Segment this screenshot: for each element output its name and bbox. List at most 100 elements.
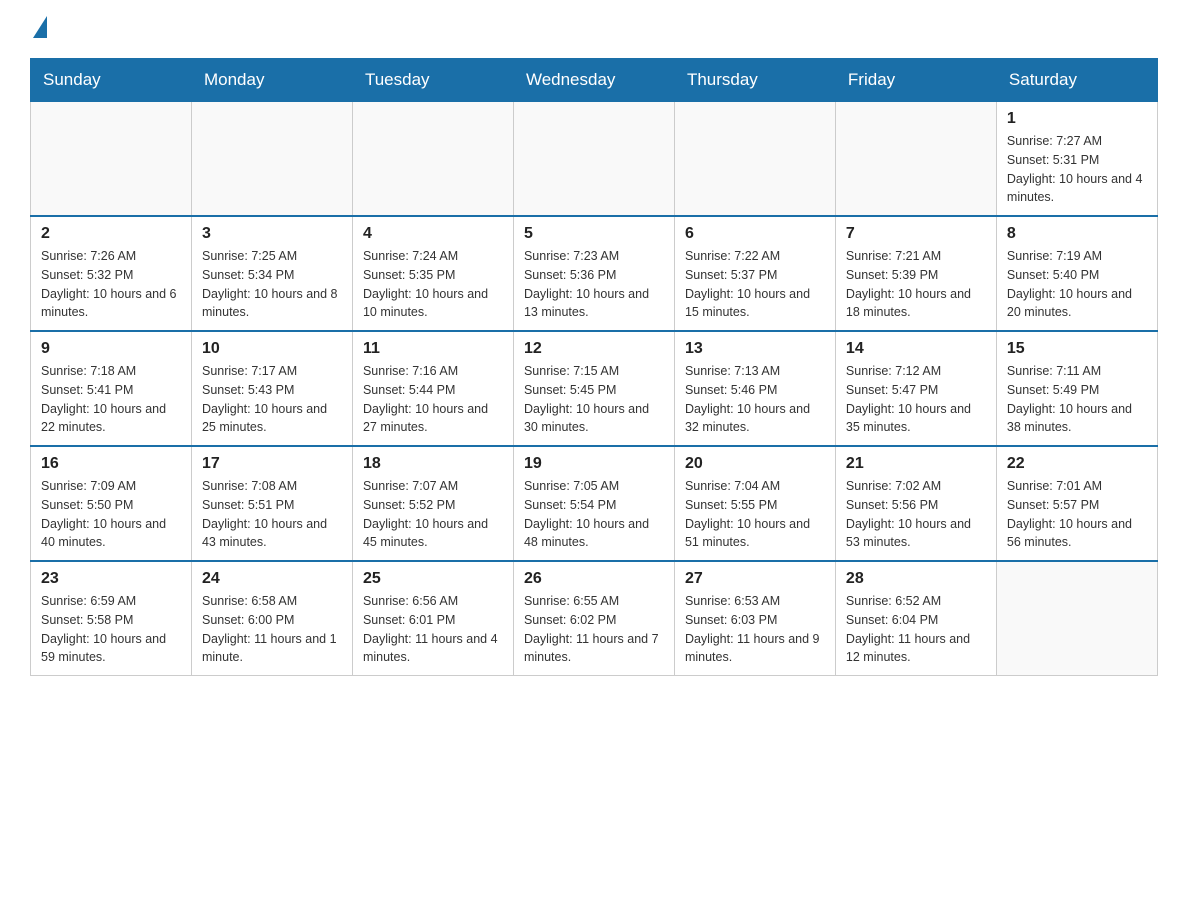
- day-of-week-header: Monday: [191, 59, 352, 101]
- day-info: Sunrise: 6:55 AM Sunset: 6:02 PM Dayligh…: [524, 592, 664, 667]
- day-of-week-header: Sunday: [31, 59, 192, 101]
- day-number: 20: [685, 455, 825, 473]
- day-number: 4: [363, 225, 503, 243]
- day-info: Sunrise: 7:11 AM Sunset: 5:49 PM Dayligh…: [1007, 362, 1147, 437]
- calendar-cell: 24 Sunrise: 6:58 AM Sunset: 6:00 PM Dayli…: [191, 561, 352, 676]
- calendar-cell: 9 Sunrise: 7:18 AM Sunset: 5:41 PM Daylig…: [31, 331, 192, 446]
- calendar-cell: [835, 101, 996, 216]
- calendar-cell: 20 Sunrise: 7:04 AM Sunset: 5:55 PM Dayli…: [674, 446, 835, 561]
- day-info: Sunrise: 7:27 AM Sunset: 5:31 PM Dayligh…: [1007, 132, 1147, 207]
- calendar-week-row: 23 Sunrise: 6:59 AM Sunset: 5:58 PM Dayli…: [31, 561, 1158, 676]
- day-number: 16: [41, 455, 181, 473]
- calendar-cell: [674, 101, 835, 216]
- day-number: 14: [846, 340, 986, 358]
- day-info: Sunrise: 7:17 AM Sunset: 5:43 PM Dayligh…: [202, 362, 342, 437]
- day-info: Sunrise: 7:09 AM Sunset: 5:50 PM Dayligh…: [41, 477, 181, 552]
- day-number: 19: [524, 455, 664, 473]
- calendar-cell: 16 Sunrise: 7:09 AM Sunset: 5:50 PM Dayli…: [31, 446, 192, 561]
- calendar-cell: 21 Sunrise: 7:02 AM Sunset: 5:56 PM Dayli…: [835, 446, 996, 561]
- calendar-cell: 2 Sunrise: 7:26 AM Sunset: 5:32 PM Daylig…: [31, 216, 192, 331]
- day-number: 25: [363, 570, 503, 588]
- day-number: 5: [524, 225, 664, 243]
- calendar-cell: 13 Sunrise: 7:13 AM Sunset: 5:46 PM Dayli…: [674, 331, 835, 446]
- day-number: 15: [1007, 340, 1147, 358]
- calendar-cell: 3 Sunrise: 7:25 AM Sunset: 5:34 PM Daylig…: [191, 216, 352, 331]
- day-info: Sunrise: 6:52 AM Sunset: 6:04 PM Dayligh…: [846, 592, 986, 667]
- day-number: 28: [846, 570, 986, 588]
- calendar-cell: 23 Sunrise: 6:59 AM Sunset: 5:58 PM Dayli…: [31, 561, 192, 676]
- day-number: 6: [685, 225, 825, 243]
- day-info: Sunrise: 6:58 AM Sunset: 6:00 PM Dayligh…: [202, 592, 342, 667]
- day-info: Sunrise: 7:19 AM Sunset: 5:40 PM Dayligh…: [1007, 247, 1147, 322]
- day-info: Sunrise: 7:18 AM Sunset: 5:41 PM Dayligh…: [41, 362, 181, 437]
- calendar-week-row: 16 Sunrise: 7:09 AM Sunset: 5:50 PM Dayli…: [31, 446, 1158, 561]
- day-info: Sunrise: 7:01 AM Sunset: 5:57 PM Dayligh…: [1007, 477, 1147, 552]
- day-info: Sunrise: 7:15 AM Sunset: 5:45 PM Dayligh…: [524, 362, 664, 437]
- calendar-cell: 25 Sunrise: 6:56 AM Sunset: 6:01 PM Dayli…: [352, 561, 513, 676]
- day-number: 7: [846, 225, 986, 243]
- day-number: 13: [685, 340, 825, 358]
- day-number: 10: [202, 340, 342, 358]
- calendar-cell: [352, 101, 513, 216]
- logo-triangle-icon: [33, 16, 47, 38]
- calendar-cell: 5 Sunrise: 7:23 AM Sunset: 5:36 PM Daylig…: [513, 216, 674, 331]
- day-number: 18: [363, 455, 503, 473]
- calendar-cell: 4 Sunrise: 7:24 AM Sunset: 5:35 PM Daylig…: [352, 216, 513, 331]
- day-info: Sunrise: 6:56 AM Sunset: 6:01 PM Dayligh…: [363, 592, 503, 667]
- calendar-cell: [513, 101, 674, 216]
- day-number: 11: [363, 340, 503, 358]
- day-info: Sunrise: 7:04 AM Sunset: 5:55 PM Dayligh…: [685, 477, 825, 552]
- day-info: Sunrise: 7:25 AM Sunset: 5:34 PM Dayligh…: [202, 247, 342, 322]
- day-number: 26: [524, 570, 664, 588]
- calendar-cell: 12 Sunrise: 7:15 AM Sunset: 5:45 PM Dayli…: [513, 331, 674, 446]
- day-info: Sunrise: 7:13 AM Sunset: 5:46 PM Dayligh…: [685, 362, 825, 437]
- day-info: Sunrise: 6:59 AM Sunset: 5:58 PM Dayligh…: [41, 592, 181, 667]
- calendar-cell: 18 Sunrise: 7:07 AM Sunset: 5:52 PM Dayli…: [352, 446, 513, 561]
- day-of-week-header: Thursday: [674, 59, 835, 101]
- day-info: Sunrise: 6:53 AM Sunset: 6:03 PM Dayligh…: [685, 592, 825, 667]
- day-number: 8: [1007, 225, 1147, 243]
- day-info: Sunrise: 7:22 AM Sunset: 5:37 PM Dayligh…: [685, 247, 825, 322]
- calendar-week-row: 9 Sunrise: 7:18 AM Sunset: 5:41 PM Daylig…: [31, 331, 1158, 446]
- day-number: 3: [202, 225, 342, 243]
- day-of-week-header: Tuesday: [352, 59, 513, 101]
- day-number: 2: [41, 225, 181, 243]
- calendar-cell: 8 Sunrise: 7:19 AM Sunset: 5:40 PM Daylig…: [996, 216, 1157, 331]
- day-info: Sunrise: 7:07 AM Sunset: 5:52 PM Dayligh…: [363, 477, 503, 552]
- day-number: 1: [1007, 110, 1147, 128]
- page-header: [30, 20, 1158, 38]
- calendar-cell: 28 Sunrise: 6:52 AM Sunset: 6:04 PM Dayli…: [835, 561, 996, 676]
- day-number: 21: [846, 455, 986, 473]
- calendar-cell: 22Sunrise: 7:01 AM Sunset: 5:57 PM Dayli…: [996, 446, 1157, 561]
- calendar-cell: 6 Sunrise: 7:22 AM Sunset: 5:37 PM Daylig…: [674, 216, 835, 331]
- calendar-cell: 7 Sunrise: 7:21 AM Sunset: 5:39 PM Daylig…: [835, 216, 996, 331]
- day-info: Sunrise: 7:26 AM Sunset: 5:32 PM Dayligh…: [41, 247, 181, 322]
- day-number: 12: [524, 340, 664, 358]
- calendar-cell: 17 Sunrise: 7:08 AM Sunset: 5:51 PM Dayli…: [191, 446, 352, 561]
- calendar-cell: 26 Sunrise: 6:55 AM Sunset: 6:02 PM Dayli…: [513, 561, 674, 676]
- day-info: Sunrise: 7:23 AM Sunset: 5:36 PM Dayligh…: [524, 247, 664, 322]
- day-of-week-header: Wednesday: [513, 59, 674, 101]
- day-info: Sunrise: 7:12 AM Sunset: 5:47 PM Dayligh…: [846, 362, 986, 437]
- calendar-header-row: SundayMondayTuesdayWednesdayThursdayFrid…: [31, 59, 1158, 101]
- day-info: Sunrise: 7:16 AM Sunset: 5:44 PM Dayligh…: [363, 362, 503, 437]
- day-info: Sunrise: 7:08 AM Sunset: 5:51 PM Dayligh…: [202, 477, 342, 552]
- day-number: 27: [685, 570, 825, 588]
- day-number: 23: [41, 570, 181, 588]
- day-number: 24: [202, 570, 342, 588]
- day-info: Sunrise: 7:02 AM Sunset: 5:56 PM Dayligh…: [846, 477, 986, 552]
- day-info: Sunrise: 7:05 AM Sunset: 5:54 PM Dayligh…: [524, 477, 664, 552]
- calendar-cell: 19 Sunrise: 7:05 AM Sunset: 5:54 PM Dayli…: [513, 446, 674, 561]
- calendar-cell: 15 Sunrise: 7:11 AM Sunset: 5:49 PM Dayli…: [996, 331, 1157, 446]
- calendar-cell: 27 Sunrise: 6:53 AM Sunset: 6:03 PM Dayli…: [674, 561, 835, 676]
- day-info: Sunrise: 7:24 AM Sunset: 5:35 PM Dayligh…: [363, 247, 503, 322]
- calendar-cell: 11 Sunrise: 7:16 AM Sunset: 5:44 PM Dayli…: [352, 331, 513, 446]
- calendar-cell: [996, 561, 1157, 676]
- day-number: 9: [41, 340, 181, 358]
- calendar-cell: 14 Sunrise: 7:12 AM Sunset: 5:47 PM Dayli…: [835, 331, 996, 446]
- calendar-cell: [31, 101, 192, 216]
- day-info: Sunrise: 7:21 AM Sunset: 5:39 PM Dayligh…: [846, 247, 986, 322]
- calendar-cell: 10 Sunrise: 7:17 AM Sunset: 5:43 PM Dayli…: [191, 331, 352, 446]
- day-number: 17: [202, 455, 342, 473]
- calendar-week-row: 2 Sunrise: 7:26 AM Sunset: 5:32 PM Daylig…: [31, 216, 1158, 331]
